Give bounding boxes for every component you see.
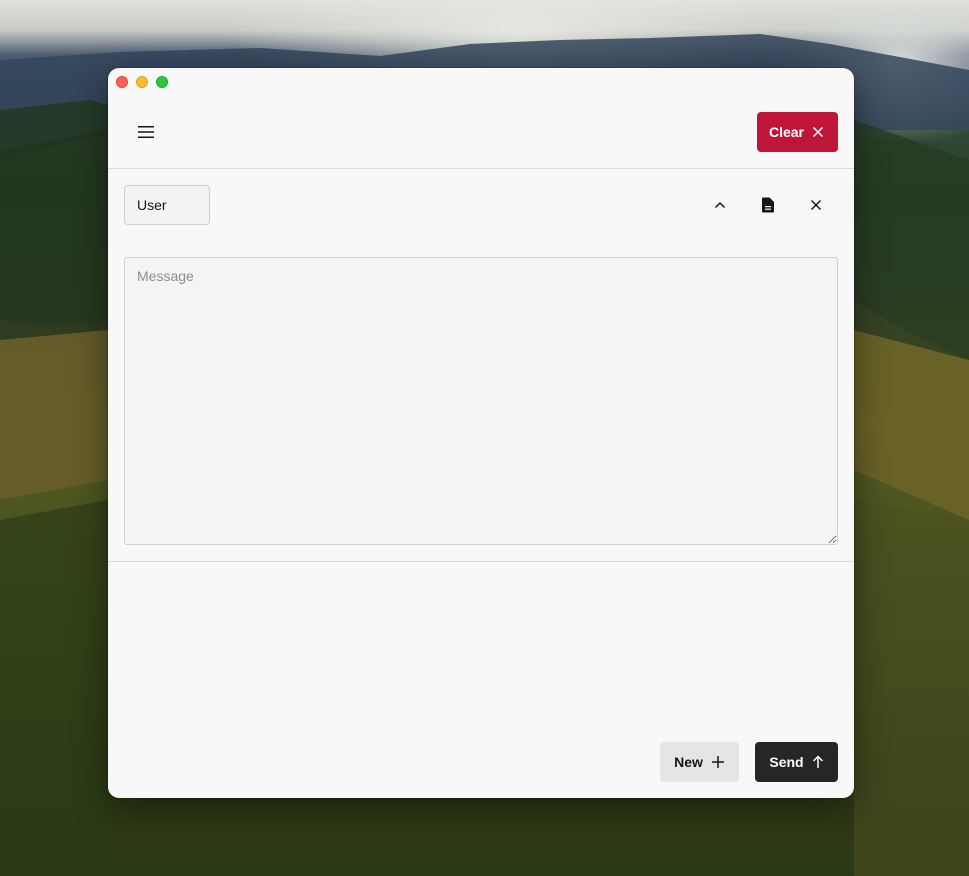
close-window-button[interactable] — [116, 76, 128, 88]
arrow-up-icon — [812, 755, 824, 769]
close-icon — [810, 199, 822, 211]
chevron-up-icon — [714, 201, 726, 209]
send-button[interactable]: Send — [755, 742, 838, 782]
menu-button[interactable] — [128, 112, 164, 152]
new-message-button[interactable]: New — [660, 742, 739, 782]
header-divider — [108, 168, 854, 169]
plus-icon — [711, 755, 725, 769]
clear-button-label: Clear — [768, 124, 804, 140]
role-select-value: User — [137, 197, 167, 213]
window-controls — [116, 76, 168, 88]
remove-message-button[interactable] — [796, 185, 836, 225]
document-icon — [761, 197, 775, 213]
message-input[interactable] — [124, 257, 838, 545]
minimize-window-button[interactable] — [136, 76, 148, 88]
new-button-label: New — [674, 754, 703, 770]
zoom-window-button[interactable] — [156, 76, 168, 88]
collapse-button[interactable] — [700, 185, 740, 225]
send-button-label: Send — [769, 754, 804, 770]
close-icon — [812, 126, 824, 138]
app-window: Clear User Message New Send — [108, 68, 854, 798]
hamburger-menu-icon — [137, 125, 155, 139]
clear-button[interactable]: Clear — [756, 112, 838, 152]
role-select[interactable]: User — [124, 185, 210, 225]
message-divider — [108, 561, 854, 562]
document-button[interactable] — [748, 185, 788, 225]
